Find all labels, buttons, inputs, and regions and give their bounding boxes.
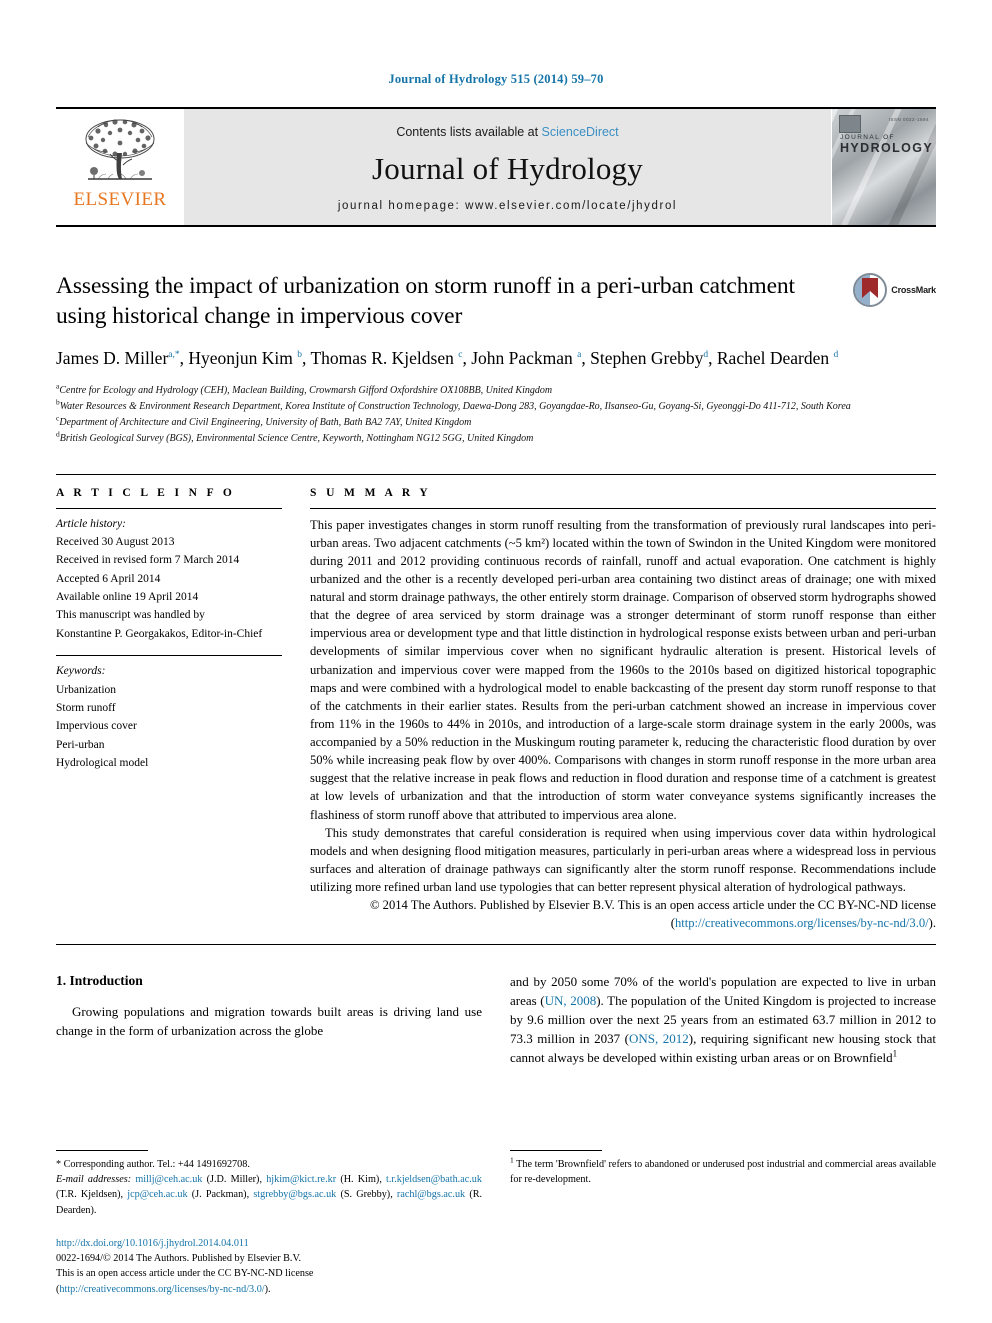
keywords-label: Keywords: <box>56 665 106 678</box>
email-name-grebby: (S. Grebby) <box>340 1189 391 1201</box>
summary-column: S U M M A R Y This paper investigates ch… <box>310 487 936 933</box>
article-history: Article history: Received 30 August 2013… <box>56 509 282 644</box>
crossmark-icon <box>853 273 888 307</box>
sciencedirect-link[interactable]: ScienceDirect <box>542 125 619 139</box>
citation-ons-2012[interactable]: ONS, 2012 <box>629 1031 689 1046</box>
journal-title: Journal of Hydrology <box>372 150 643 186</box>
corresponding-author-footnote: * Corresponding author. Tel.: +44 149169… <box>56 1158 483 1216</box>
cover-issn-code: ISSN 0022-1694 <box>888 117 929 122</box>
email-link-dearden[interactable]: rachl@bgs.ac.uk <box>397 1189 465 1200</box>
email-name-kim: (H. Kim) <box>340 1173 380 1185</box>
footnote-column-left: * Corresponding author. Tel.: +44 149169… <box>56 1149 483 1297</box>
contents-prefix: Contents lists available at <box>396 124 542 139</box>
copyright-license-link[interactable]: http://creativecommons.org/licenses/by-n… <box>675 916 929 930</box>
keyword-item: Impervious cover <box>56 720 137 733</box>
affiliation-b: bWater Resources & Environment Research … <box>56 398 936 415</box>
article-page: Journal of Hydrology 515 (2014) 59–70 EL… <box>0 0 992 1323</box>
keyword-item: Hydrological model <box>56 757 149 770</box>
corresponding-author-text: Corresponding author. Tel.: +44 14916927… <box>63 1158 250 1170</box>
running-head: Journal of Hydrology 515 (2014) 59–70 <box>388 72 604 86</box>
introduction-text-right: and by 2050 some 70% of the world's popu… <box>510 973 936 1067</box>
history-item-editor: Konstantine P. Georgakakos, Editor-in-Ch… <box>56 627 263 640</box>
summary-paragraph-1: This paper investigates changes in storm… <box>310 517 937 822</box>
email-link-miller[interactable]: millj@ceh.ac.uk <box>135 1174 202 1185</box>
affiliation-c: cDepartment of Architecture and Civil En… <box>56 415 936 431</box>
article-info-heading: A R T I C L E I N F O <box>56 486 236 499</box>
affiliation-text-a: Centre for Ecology and Hydrology (CEH), … <box>59 384 553 396</box>
affiliation-list: aCentre for Ecology and Hydrology (CEH),… <box>56 382 936 448</box>
history-item-accepted: Accepted 6 April 2014 <box>56 572 161 585</box>
footnote-column-right: 1 The term 'Brownfield' refers to abando… <box>510 1149 936 1297</box>
history-item-received: Received 30 August 2013 <box>56 535 175 548</box>
citation-un-2008[interactable]: UN, 2008 <box>545 993 597 1008</box>
introduction-text-left: Growing populations and migration toward… <box>56 1003 482 1041</box>
doi-link[interactable]: http://dx.doi.org/10.1016/j.jhydrol.2014… <box>56 1236 482 1251</box>
summary-body: This paper investigates changes in storm… <box>310 509 936 933</box>
keywords-block: Keywords: Urbanization Storm runoff Impe… <box>56 655 282 772</box>
email-link-kim[interactable]: hjkim@kict.re.kr <box>266 1174 336 1185</box>
journal-homepage[interactable]: journal homepage: www.elsevier.com/locat… <box>338 200 677 212</box>
keyword-item: Peri-urban <box>56 738 105 751</box>
issn-copyright-line: 0022-1694/© 2014 The Authors. Published … <box>56 1253 302 1265</box>
body-column-left: 1. Introduction Growing populations and … <box>56 973 482 1067</box>
history-item-handled-by: This manuscript was handled by <box>56 609 205 622</box>
summary-heading: S U M M A R Y <box>310 486 432 499</box>
cover-title: JOURNAL OF HYDROLOGY <box>840 134 934 155</box>
introduction-paragraph-right: and by 2050 some 70% of the world's popu… <box>510 973 936 1067</box>
brownfield-footnote-text: The term 'Brownfield' refers to abandone… <box>510 1158 936 1185</box>
footnote-rule-left <box>56 1149 148 1151</box>
section-heading-introduction: 1. Introduction <box>56 973 143 989</box>
affiliation-text-c: Department of Architecture and Civil Eng… <box>59 417 472 429</box>
footnote-area: * Corresponding author. Tel.: +44 149169… <box>56 1149 936 1297</box>
email-link-packman[interactable]: jcp@ceh.ac.uk <box>127 1189 187 1200</box>
article-info-bottom-rule <box>56 944 936 946</box>
body-columns: 1. Introduction Growing populations and … <box>56 973 936 1067</box>
affiliation-d: dBritish Geological Survey (BGS), Enviro… <box>56 431 936 447</box>
email-link-grebby[interactable]: stgrebby@bgs.ac.uk <box>253 1189 336 1200</box>
journal-cover-thumbnail[interactable]: ISSN 0022-1694 JOURNAL OF HYDROLOGY <box>831 109 936 225</box>
footnote-rule-right <box>510 1149 602 1151</box>
email-name-miller: (J.D. Miller) <box>206 1173 260 1185</box>
brownfield-footnote: 1 The term 'Brownfield' refers to abando… <box>510 1155 936 1188</box>
contents-available-line: Contents lists available at ScienceDirec… <box>396 125 618 139</box>
email-link-kjeldsen[interactable]: t.r.kjeldsen@bath.ac.uk <box>386 1174 482 1185</box>
article-info-summary-block: A R T I C L E I N F O Article history: R… <box>56 473 936 933</box>
summary-copyright: © 2014 The Authors. Published by Elsevie… <box>310 896 936 932</box>
journal-band: Contents lists available at ScienceDirec… <box>184 109 831 225</box>
elsevier-logo: ELSEVIER <box>56 109 184 225</box>
author-list: James D. Millera,*, Hyeonjun Kim b, Thom… <box>56 348 839 369</box>
crossmark-label: CrossMark <box>891 285 936 295</box>
keyword-item: Urbanization <box>56 683 117 696</box>
cover-title-line2: HYDROLOGY <box>840 140 934 155</box>
elsevier-tree-icon <box>85 119 155 180</box>
copyright-suffix: ). <box>928 916 936 931</box>
license-link[interactable]: http://creativecommons.org/licenses/by-n… <box>59 1284 264 1295</box>
body-column-right: and by 2050 some 70% of the world's popu… <box>510 973 936 1067</box>
email-name-kjeldsen: (T.R. Kjeldsen) <box>56 1189 121 1201</box>
affiliation-text-b: Water Resources & Environment Research D… <box>59 400 851 412</box>
footnote-marker-brownfield[interactable]: 1 <box>893 1048 898 1058</box>
article-history-label: Article history: <box>56 517 126 530</box>
introduction-paragraph-left: Growing populations and migration toward… <box>56 1004 482 1039</box>
brownfield-footnote-marker: 1 <box>510 1155 514 1165</box>
email-name-packman: (J. Packman) <box>191 1189 247 1201</box>
affiliation-a: aCentre for Ecology and Hydrology (CEH),… <box>56 382 936 399</box>
history-item-online: Available online 19 April 2014 <box>56 591 199 604</box>
keyword-item: Storm runoff <box>56 702 116 715</box>
license-suffix: ). <box>264 1283 271 1295</box>
license-line: This is an open access article under the… <box>56 1266 482 1297</box>
page-title: Assessing the impact of urbanization on … <box>56 273 795 330</box>
cover-logo-box <box>839 115 861 133</box>
history-item-revised: Received in revised form 7 March 2014 <box>56 554 240 567</box>
publication-info: http://dx.doi.org/10.1016/j.jhydrol.2014… <box>56 1236 482 1297</box>
title-area: Assessing the impact of urbanization on … <box>56 271 936 331</box>
asterisk-icon: * <box>56 1158 62 1170</box>
article-info-column: A R T I C L E I N F O Article history: R… <box>56 487 282 933</box>
elsevier-wordmark: ELSEVIER <box>73 189 167 210</box>
email-addresses-label: E-mail addresses: <box>56 1173 132 1185</box>
summary-paragraph-2: This study demonstrates that careful con… <box>310 825 936 895</box>
affiliation-text-d: British Geological Survey (BGS), Environ… <box>59 433 534 445</box>
journal-masthead: ELSEVIER Contents lists available at Sci… <box>56 107 936 227</box>
crossmark-badge[interactable]: CrossMark <box>853 273 936 307</box>
